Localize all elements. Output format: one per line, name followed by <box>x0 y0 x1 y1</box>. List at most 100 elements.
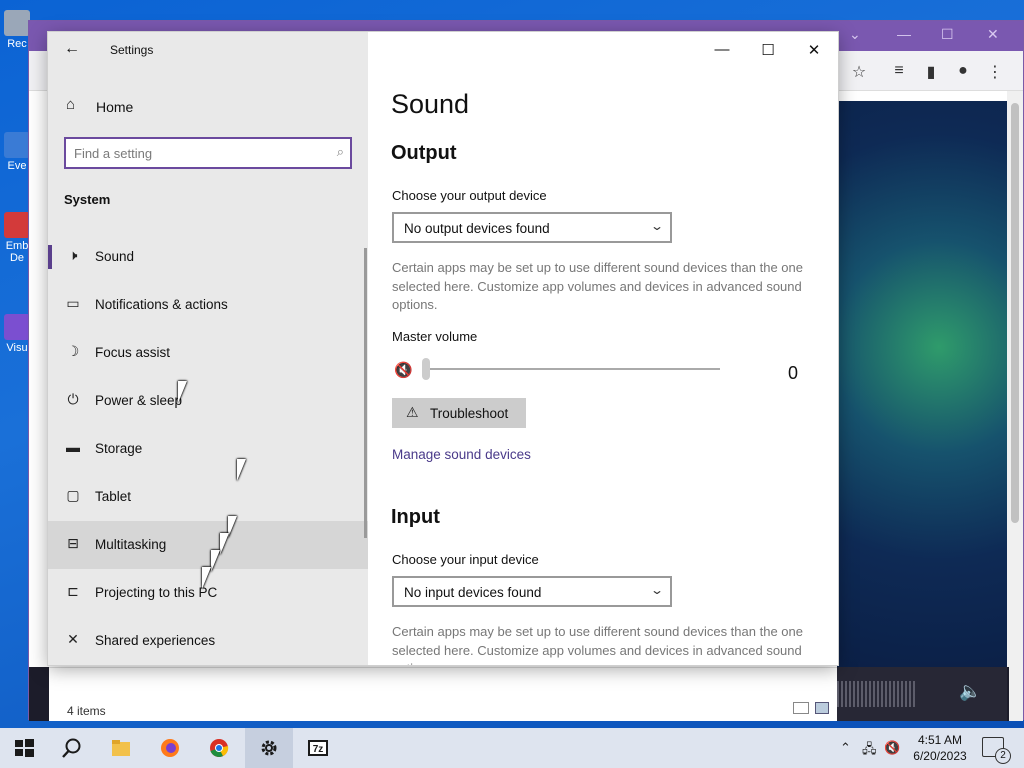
projector-icon: ⊏ <box>67 583 79 599</box>
nav-item-tablet[interactable]: ▢ Tablet <box>48 473 368 521</box>
search-icon: ⌕ <box>336 144 344 159</box>
shared-icon: ✕ <box>67 631 79 647</box>
chevron-down-icon[interactable]: ⌄ <box>849 26 861 43</box>
windows-logo-icon <box>15 739 34 757</box>
nav-item-label: Storage <box>95 441 143 456</box>
back-arrow-icon[interactable]: ← <box>64 40 80 58</box>
notification-center-button[interactable]: 2 <box>982 737 1011 764</box>
nav-home-label: Home <box>96 99 134 115</box>
mouse-cursor <box>178 381 187 403</box>
troubleshoot-label: Troubleshoot <box>430 406 509 421</box>
browser-page-content <box>837 101 1007 687</box>
settings-taskbar-button[interactable] <box>245 728 293 768</box>
folder-icon <box>112 740 130 756</box>
speaker-icon: 🕨 <box>68 247 78 263</box>
star-icon[interactable]: ☆ <box>849 62 869 82</box>
manage-sound-devices-link[interactable]: Manage sound devices <box>392 447 531 462</box>
maximize-icon[interactable]: ☐ <box>941 26 954 43</box>
desktop-icon-label: Visu <box>6 342 28 354</box>
nav-item-storage[interactable]: ▬ Storage <box>48 425 368 473</box>
input-heading: Input <box>391 506 440 528</box>
system-clock[interactable]: 4:51 AM 6/20/2023 <box>908 732 972 764</box>
chevron-up-icon[interactable]: ⌃ <box>840 740 851 756</box>
troubleshoot-button[interactable]: ⚠ Troubleshoot <box>392 398 526 428</box>
firefox-button[interactable] <box>146 728 194 768</box>
storage-icon: ▬ <box>66 439 80 455</box>
minimize-icon[interactable]: — <box>897 26 911 42</box>
input-device-dropdown[interactable]: No input devices found ⌄ <box>392 576 672 607</box>
start-button[interactable] <box>0 728 48 768</box>
chrome-button[interactable] <box>195 728 243 768</box>
nav-scrollbar[interactable] <box>364 248 367 538</box>
power-icon: ⏻ <box>67 391 79 407</box>
output-device-dropdown[interactable]: No output devices found ⌄ <box>392 212 672 243</box>
nav-item-sound[interactable]: 🕨 Sound <box>48 233 368 281</box>
section-title: System <box>64 192 111 207</box>
nav-item-label: Power & sleep <box>95 393 183 408</box>
nav-item-power-sleep[interactable]: ⏻ Power & sleep <box>48 377 368 425</box>
output-description: Certain apps may be set up to use differ… <box>392 260 803 312</box>
moon-icon: ☽ <box>66 343 80 359</box>
7zip-button[interactable]: 7z <box>294 728 342 768</box>
details-view-icon[interactable] <box>793 702 809 714</box>
volume-slider-thumb[interactable] <box>422 358 430 380</box>
chevron-down-icon: ⌄ <box>649 219 665 233</box>
shortcut-icon <box>4 212 30 238</box>
sidebar-icon[interactable]: ▮ <box>921 62 941 82</box>
home-icon: ⌂ <box>66 96 76 113</box>
taskbar: 7z ⌃ 🖧 🔇 4:51 AM 6/20/2023 2 <box>0 728 1024 768</box>
recycle-bin-icon <box>4 10 30 36</box>
firefox-icon <box>161 739 179 757</box>
chrome-icon <box>210 739 229 757</box>
nav-home[interactable]: ⌂ Home <box>48 88 368 124</box>
nav-item-label: Focus assist <box>95 345 171 360</box>
maximize-icon[interactable]: ☐ <box>753 41 783 59</box>
nav-item-label: Tablet <box>95 489 132 504</box>
search-button[interactable] <box>48 728 96 768</box>
message-icon: ▭ <box>66 295 80 311</box>
output-heading: Output <box>391 142 457 164</box>
playlist-icon[interactable]: ≡ <box>889 62 909 80</box>
desktop-icon-label: Eve <box>7 160 27 172</box>
settings-window: ← Settings ⌂ Home ⌕ System 🕨 Sound ▭ Not… <box>48 32 838 665</box>
search-input[interactable] <box>74 144 314 162</box>
mouse-cursor <box>237 459 246 481</box>
item-count: 4 items <box>67 704 106 718</box>
master-volume-slider[interactable] <box>426 368 720 370</box>
master-volume-label: Master volume <box>392 329 478 344</box>
minimize-icon[interactable]: — <box>707 41 737 58</box>
profile-icon[interactable]: ● <box>953 62 973 80</box>
nav-item-focus-assist[interactable]: ☽ Focus assist <box>48 329 368 377</box>
7zip-icon: 7z <box>308 740 328 756</box>
mute-icon[interactable]: 🔇 <box>394 361 413 379</box>
mouse-cursor <box>228 516 237 538</box>
nav-item-multitasking[interactable]: ⊟ Multitasking <box>48 521 368 569</box>
window-title: Settings <box>110 43 154 57</box>
file-explorer-button[interactable] <box>97 728 145 768</box>
desktop-icon-label: Rec <box>7 38 27 50</box>
browser-scrollbar[interactable] <box>1007 91 1023 721</box>
shortcut-icon <box>4 314 30 340</box>
close-icon[interactable]: ✕ <box>799 41 829 59</box>
nav-item-notifications[interactable]: ▭ Notifications & actions <box>48 281 368 329</box>
volume-icon[interactable]: 🔈 <box>959 681 981 702</box>
shortcut-icon <box>4 132 30 158</box>
nav-item-label: Sound <box>95 249 135 264</box>
notification-count-badge: 2 <box>995 748 1011 764</box>
mouse-cursor <box>220 533 229 555</box>
more-menu-icon[interactable]: ⋮ <box>985 62 1005 82</box>
nav-item-shared-experiences[interactable]: ✕ Shared experiences <box>48 617 368 665</box>
nav-item-label: Projecting to this PC <box>95 585 218 600</box>
scrollbar-thumb[interactable] <box>1011 103 1019 523</box>
network-icon[interactable]: 🖧 <box>862 740 877 762</box>
close-icon[interactable]: ✕ <box>987 26 999 43</box>
page-title: Sound <box>391 89 470 119</box>
output-device-value: No output devices found <box>404 221 550 236</box>
search-box[interactable]: ⌕ <box>64 137 352 169</box>
clock-date: 6/20/2023 <box>913 749 967 763</box>
warning-icon: ⚠ <box>406 404 419 420</box>
large-icons-view-icon[interactable] <box>815 702 829 714</box>
volume-value: 0 <box>788 363 799 383</box>
volume-muted-icon[interactable]: 🔇 <box>884 740 900 756</box>
desktop-icon-label: Emb De <box>5 240 29 264</box>
